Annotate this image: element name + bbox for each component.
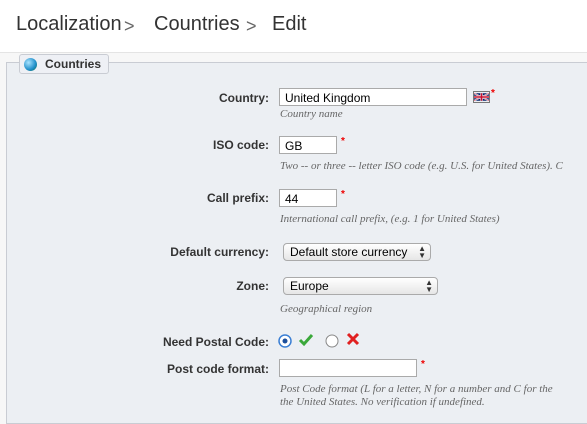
panel-legend: Countries bbox=[19, 54, 110, 74]
postal-no-radio[interactable] bbox=[325, 334, 339, 348]
required-mark: * bbox=[491, 88, 495, 99]
green-check-icon bbox=[298, 334, 314, 347]
select-arrows-icon: ▲ ▼ bbox=[425, 278, 433, 294]
zone-select-value: Europe bbox=[290, 279, 329, 293]
call-prefix-input[interactable]: 44 bbox=[279, 189, 337, 207]
breadcrumb-countries[interactable]: Countries bbox=[154, 13, 240, 36]
zone-label: Zone: bbox=[236, 279, 269, 293]
postal-label: Need Postal Code: bbox=[162, 335, 269, 349]
currency-label: Default currency: bbox=[170, 245, 269, 259]
country-input[interactable]: United Kingdom bbox=[279, 88, 467, 106]
globe-icon bbox=[24, 57, 37, 71]
iso-label: ISO code: bbox=[212, 138, 269, 152]
zone-help: Geographical region bbox=[280, 303, 373, 315]
postal-yes-radio[interactable] bbox=[278, 334, 292, 348]
iso-help: Two -- or three -- letter ISO code (e.g.… bbox=[280, 160, 563, 172]
red-x-icon bbox=[346, 332, 360, 346]
country-label: Country: bbox=[219, 91, 269, 105]
post-code-format-help-2: the United States. No verification if un… bbox=[280, 396, 485, 408]
post-code-format-help-1: Post Code format (L for a letter, N for … bbox=[280, 383, 553, 395]
breadcrumb-localization[interactable]: Localization bbox=[16, 13, 122, 36]
post-code-format-input[interactable] bbox=[279, 359, 417, 377]
uk-flag-icon bbox=[473, 91, 490, 103]
required-mark: * bbox=[341, 189, 345, 200]
currency-select-value: Default store currency bbox=[290, 245, 408, 259]
select-arrows-icon: ▲ ▼ bbox=[418, 244, 426, 260]
breadcrumb-edit: Edit bbox=[272, 13, 307, 35]
required-mark: * bbox=[341, 136, 345, 147]
breadcrumb-separator: > bbox=[246, 16, 257, 36]
call-prefix-help: International call prefix, (e.g. 1 for U… bbox=[280, 213, 500, 225]
zone-select[interactable]: Europe ▲ ▼ bbox=[283, 277, 438, 295]
currency-select[interactable]: Default store currency ▲ ▼ bbox=[283, 243, 431, 261]
post-code-format-label: Post code format: bbox=[166, 362, 269, 376]
country-help: Country name bbox=[280, 108, 343, 120]
call-prefix-label: Call prefix: bbox=[206, 191, 269, 205]
iso-input[interactable]: GB bbox=[279, 136, 337, 154]
panel-title: Countries bbox=[45, 57, 102, 71]
required-mark: * bbox=[421, 359, 425, 370]
page-header: Localization > Countries > Edit bbox=[0, 0, 587, 53]
breadcrumb-separator: > bbox=[124, 16, 135, 36]
